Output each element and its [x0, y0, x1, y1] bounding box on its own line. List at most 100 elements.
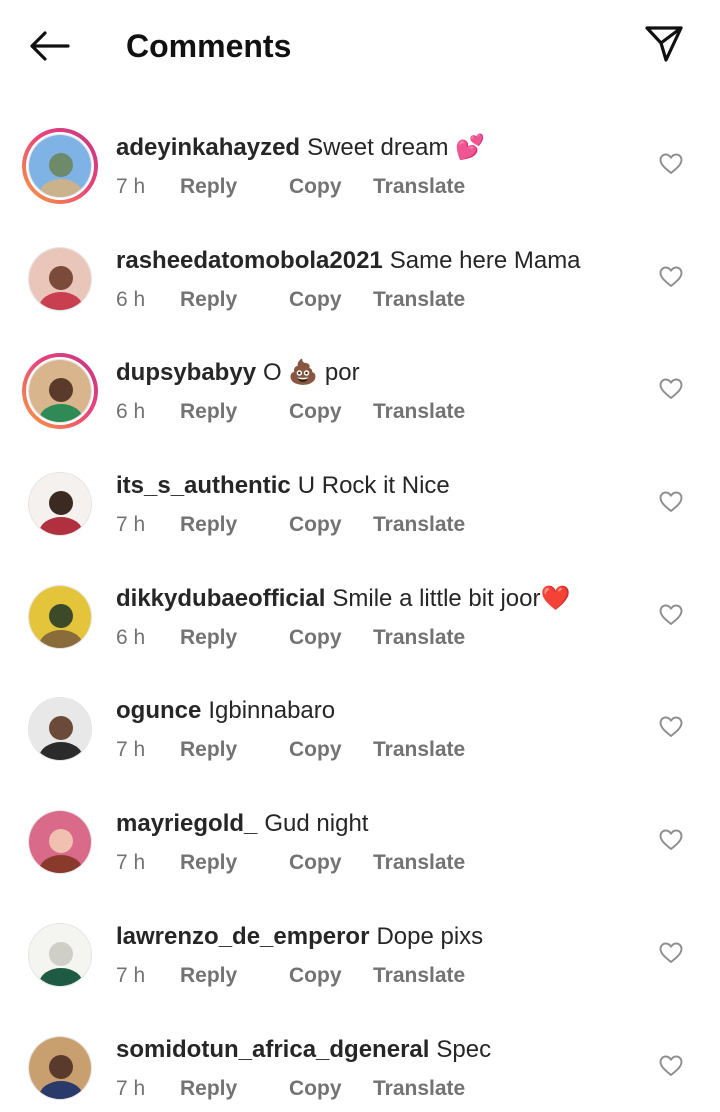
- comment-text-line: somidotun_africa_dgeneral Spec: [116, 1034, 491, 1066]
- comment-username[interactable]: its_s_authentic: [116, 472, 291, 499]
- comment-username[interactable]: dikkydubaeofficial: [116, 585, 325, 612]
- like-button[interactable]: [656, 488, 686, 516]
- avatar-ring[interactable]: [22, 579, 98, 655]
- avatar-ring[interactable]: [22, 1030, 98, 1106]
- like-button[interactable]: [656, 939, 686, 967]
- heart-icon: [659, 491, 683, 513]
- heart-icon: [659, 1055, 683, 1076]
- comment-text: Same here Mama: [389, 246, 581, 274]
- like-button[interactable]: [656, 375, 686, 403]
- comment-text: Sweet dream 💕: [307, 134, 486, 161]
- comment-username[interactable]: dupsybabyy: [116, 359, 256, 386]
- translate-button[interactable]: Translate: [373, 399, 465, 425]
- comment-meta: 6 h Reply Copy Translate: [116, 287, 465, 313]
- comment-text-line: adeyinkahayzed Sweet dream 💕: [116, 132, 485, 164]
- reply-button[interactable]: Reply: [180, 287, 289, 313]
- comment-time: 7 h: [116, 963, 146, 987]
- comment-username[interactable]: rasheedatomobola2021: [116, 247, 383, 274]
- comment-text-line: dupsybabyy O 💩 por: [116, 357, 360, 389]
- copy-button[interactable]: Copy: [289, 850, 373, 876]
- comment-text: Dope pixs: [376, 922, 484, 950]
- translate-button[interactable]: Translate: [373, 287, 465, 313]
- comment-meta: 7 h Reply Copy Translate: [116, 963, 465, 989]
- share-button[interactable]: [640, 22, 688, 66]
- comment-meta: 6 h Reply Copy Translate: [116, 399, 465, 425]
- translate-button[interactable]: Translate: [373, 850, 465, 876]
- comment-list: adeyinkahayzed Sweet dream 💕 7 h Reply Co…: [0, 108, 720, 1112]
- comment-time: 6 h: [116, 625, 146, 649]
- translate-button[interactable]: Translate: [373, 512, 465, 538]
- translate-button[interactable]: Translate: [373, 174, 465, 200]
- paper-plane-icon: [645, 26, 683, 62]
- comment-text: U Rock it Nice: [297, 472, 450, 500]
- translate-button[interactable]: Translate: [373, 1076, 465, 1102]
- comment-meta: 7 h Reply Copy Translate: [116, 174, 465, 200]
- reply-button[interactable]: Reply: [180, 399, 289, 425]
- comment-item: dikkydubaeofficial Smile a little bit joo…: [0, 559, 720, 672]
- arrow-left-icon: [30, 31, 70, 61]
- comment-username[interactable]: mayriegold_: [116, 810, 257, 837]
- copy-button[interactable]: Copy: [289, 1076, 373, 1102]
- comment-item: somidotun_africa_dgeneral Spec 7 h Reply …: [0, 1010, 720, 1112]
- heart-icon: [659, 942, 683, 963]
- reply-button[interactable]: Reply: [180, 963, 289, 989]
- comment-time: 7 h: [116, 1076, 146, 1100]
- copy-button[interactable]: Copy: [289, 737, 373, 763]
- like-button[interactable]: [656, 601, 686, 629]
- reply-button[interactable]: Reply: [180, 850, 289, 876]
- translate-button[interactable]: Translate: [373, 963, 465, 989]
- like-button[interactable]: [656, 263, 686, 291]
- avatar-ring[interactable]: [22, 128, 98, 204]
- comment-item: its_s_authentic U Rock it Nice 7 h Reply …: [0, 446, 720, 559]
- comment-time: 6 h: [116, 400, 146, 424]
- copy-button[interactable]: Copy: [289, 399, 373, 425]
- comment-text: O 💩 por: [263, 359, 360, 387]
- comment-username[interactable]: somidotun_africa_dgeneral: [116, 1036, 429, 1063]
- comment-username[interactable]: ogunce: [116, 697, 201, 724]
- reply-button[interactable]: Reply: [180, 737, 289, 763]
- copy-button[interactable]: Copy: [289, 287, 373, 313]
- comment-meta: 7 h Reply Copy Translate: [116, 1076, 465, 1102]
- comment-time: 7 h: [116, 513, 146, 537]
- like-button[interactable]: [656, 150, 686, 178]
- heart-icon: [659, 829, 683, 851]
- comment-text-line: mayriegold_ Gud night: [116, 808, 368, 840]
- heart-icon: [659, 716, 683, 738]
- comment-item: mayriegold_ Gud night 7 h Reply Copy Tran…: [0, 784, 720, 897]
- copy-button[interactable]: Copy: [289, 174, 373, 200]
- avatar: [28, 246, 92, 311]
- copy-button[interactable]: Copy: [289, 512, 373, 538]
- comment-text-line: rasheedatomobola2021 Same here Mama: [116, 245, 581, 277]
- comment-text: Gud night: [264, 810, 369, 838]
- copy-button[interactable]: Copy: [289, 625, 373, 651]
- reply-button[interactable]: Reply: [180, 512, 289, 538]
- like-button[interactable]: [656, 713, 686, 741]
- comment-meta: 7 h Reply Copy Translate: [116, 512, 465, 538]
- comment-text-line: its_s_authentic U Rock it Nice: [116, 470, 450, 502]
- comment-item: ogunce Igbinnabaro 7 h Reply Copy Transla…: [0, 671, 720, 784]
- avatar-ring[interactable]: [22, 353, 98, 430]
- reply-button[interactable]: Reply: [180, 625, 289, 651]
- reply-button[interactable]: Reply: [180, 174, 289, 200]
- avatar-ring[interactable]: [22, 804, 98, 880]
- translate-button[interactable]: Translate: [373, 625, 465, 651]
- like-button[interactable]: [656, 1052, 686, 1080]
- comment-username[interactable]: adeyinkahayzed: [116, 134, 300, 161]
- heart-icon: [659, 604, 683, 625]
- avatar-ring[interactable]: [22, 241, 98, 317]
- comment-time: 6 h: [116, 287, 146, 311]
- avatar-ring[interactable]: [22, 691, 98, 767]
- page-title: Comments: [126, 28, 292, 64]
- avatar: [28, 922, 92, 987]
- reply-button[interactable]: Reply: [180, 1076, 289, 1102]
- copy-button[interactable]: Copy: [289, 963, 373, 989]
- back-button[interactable]: [24, 26, 74, 66]
- avatar-ring[interactable]: [22, 917, 98, 993]
- like-button[interactable]: [656, 826, 686, 854]
- translate-button[interactable]: Translate: [373, 737, 465, 763]
- avatar-ring[interactable]: [22, 466, 98, 542]
- avatar: [28, 697, 92, 762]
- heart-icon: [659, 378, 683, 400]
- comment-time: 7 h: [116, 851, 146, 875]
- comment-username[interactable]: lawrenzo_de_emperor: [116, 923, 369, 950]
